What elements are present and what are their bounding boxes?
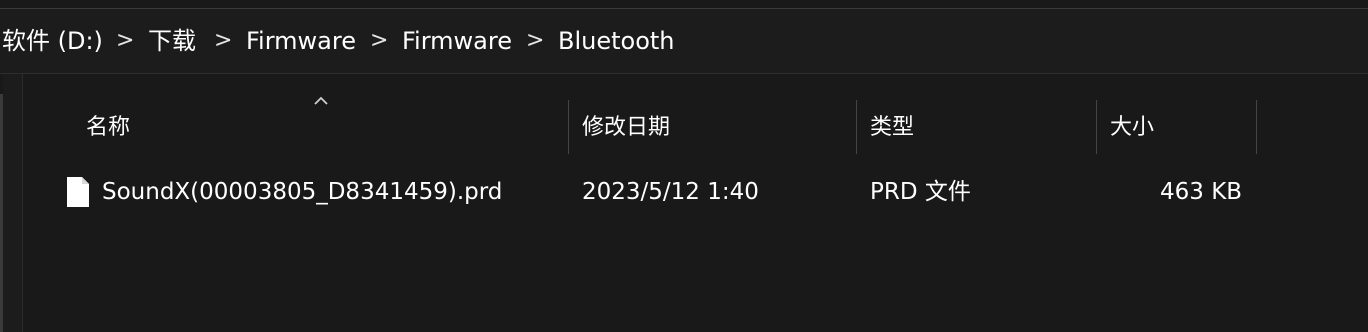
file-type: PRD 文件 [870,179,971,205]
breadcrumb-item-firmware[interactable]: Firmware [246,27,356,55]
navigation-pane-edge [3,74,23,332]
breadcrumb-separator[interactable]: > [370,27,388,55]
breadcrumb-item-firmware-sub[interactable]: Firmware [402,27,512,55]
file-name[interactable]: SoundX(00003805_D8341459).prd [102,178,502,206]
file-modified: 2023/5/12 1:40 [582,179,759,205]
column-divider[interactable] [1256,100,1257,154]
breadcrumb-separator[interactable]: > [526,27,544,55]
address-bar[interactable]: 软件 (D:) > 下载 > Firmware > Firmware > Blu… [0,9,1368,74]
column-header-type[interactable]: 类型 [870,114,914,142]
column-divider[interactable] [1096,100,1097,154]
breadcrumb-item-bluetooth[interactable]: Bluetooth [558,27,675,55]
navigation-pane-scrollbar[interactable] [0,94,3,332]
column-divider[interactable] [568,100,569,154]
file-icon [67,177,89,207]
file-explorer-window: 软件 (D:) > 下载 > Firmware > Firmware > Blu… [0,0,1368,332]
breadcrumb-item-drive[interactable]: 软件 (D:) [2,27,103,55]
column-divider[interactable] [856,100,857,154]
column-header-size[interactable]: 大小 [1110,114,1154,142]
column-header-name[interactable]: 名称 [86,114,130,142]
file-size: 463 KB [1160,179,1243,205]
breadcrumb-separator[interactable]: > [116,27,134,55]
breadcrumb-item-downloads[interactable]: 下载 [148,27,196,55]
column-header-modified[interactable]: 修改日期 [582,114,670,142]
breadcrumb-separator[interactable]: > [214,27,232,55]
chevron-up-icon [314,96,328,105]
